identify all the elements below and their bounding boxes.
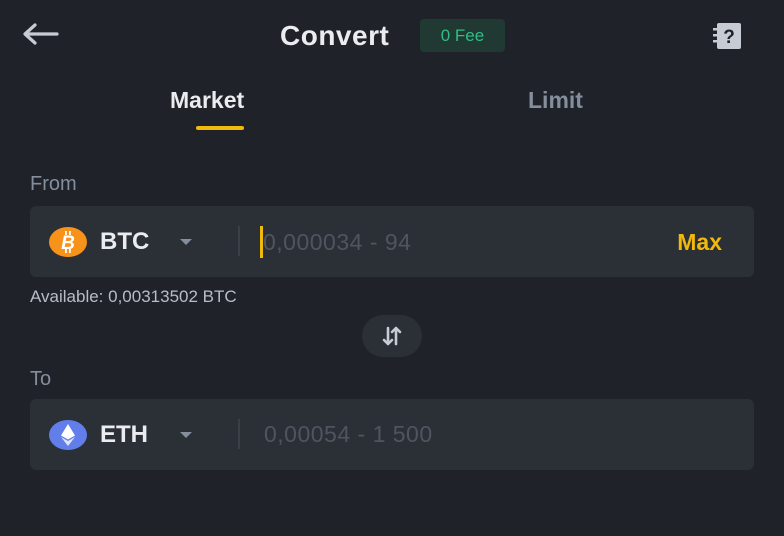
to-coin-symbol: ETH (100, 420, 148, 448)
from-coin-selector[interactable]: B BTC (48, 206, 226, 277)
svg-text:B: B (61, 233, 75, 254)
to-label: To (30, 368, 52, 390)
from-amount-input[interactable] (260, 226, 643, 258)
chevron-down-icon (178, 237, 194, 247)
available-balance: Available: 0,00313502 BTC (30, 287, 237, 306)
fee-badge: 0 Fee (420, 19, 505, 52)
svg-text:?: ? (723, 27, 735, 48)
from-amount-panel: B BTC Max (30, 206, 754, 277)
from-label: From (30, 173, 77, 195)
swap-button[interactable] (362, 315, 422, 357)
from-coin-symbol: BTC (100, 227, 150, 255)
help-button[interactable]: ? (708, 18, 748, 54)
to-divider (238, 419, 240, 449)
swap-arrows-icon (382, 326, 402, 346)
page-title: Convert (280, 20, 390, 51)
to-amount-input[interactable] (260, 412, 644, 457)
back-button[interactable] (18, 16, 62, 52)
to-amount-panel: ETH (30, 399, 754, 470)
max-button[interactable]: Max (677, 224, 722, 260)
active-tab-indicator (196, 126, 244, 130)
from-divider (238, 226, 240, 256)
tab-limit[interactable]: Limit (528, 84, 583, 116)
tab-market[interactable]: Market (170, 84, 244, 116)
to-coin-selector[interactable]: ETH (48, 399, 226, 470)
ethereum-icon (48, 419, 88, 450)
chevron-down-icon (178, 430, 194, 440)
bitcoin-icon: B (48, 226, 88, 257)
help-document-icon: ? (713, 23, 741, 49)
arrow-left-icon (23, 23, 59, 45)
